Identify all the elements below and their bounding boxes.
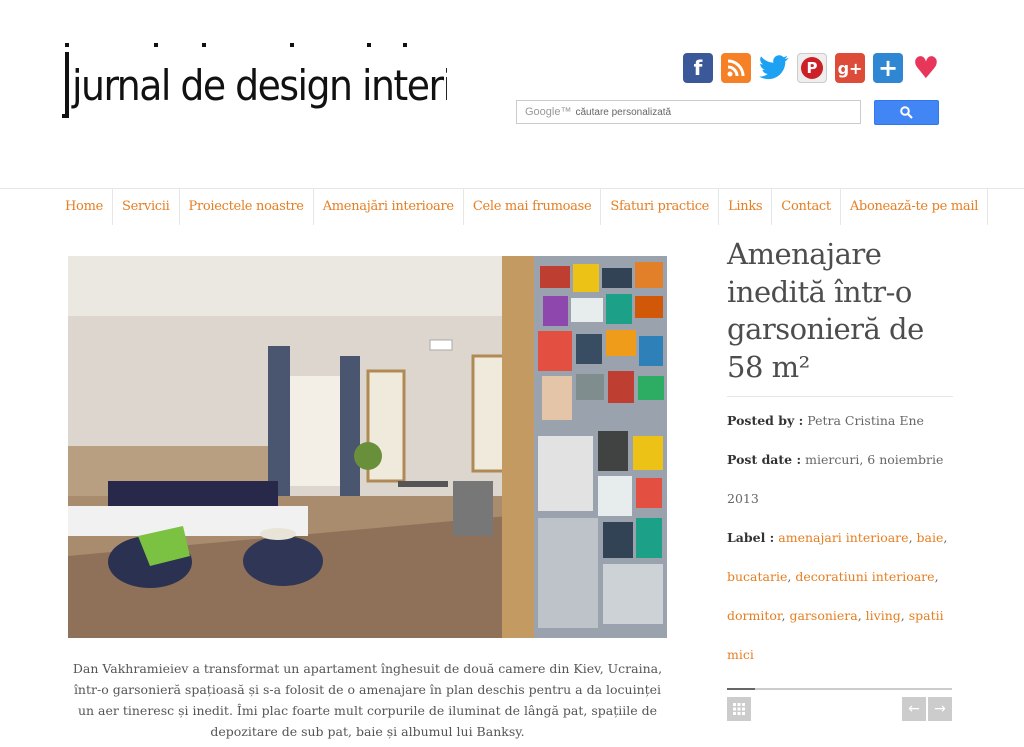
label-link[interactable]: amenajari interioare bbox=[778, 530, 908, 545]
facebook-icon[interactable]: f bbox=[683, 53, 713, 83]
nav-item-links[interactable]: Links bbox=[719, 189, 773, 225]
next-post-button[interactable]: → bbox=[928, 697, 952, 721]
grid-icon bbox=[733, 703, 745, 715]
nav-item-cele-mai-frumoase[interactable]: Cele mai frumoase bbox=[464, 189, 602, 225]
post-featured-image[interactable] bbox=[68, 256, 667, 638]
posted-by-row: Posted by : Petra Cristina Ene bbox=[727, 401, 953, 440]
label-link[interactable]: baie bbox=[917, 530, 944, 545]
nav-item-sfaturi-practice[interactable]: Sfaturi practice bbox=[601, 189, 720, 225]
post-sidebar: Amenajare inedită într-o garsonieră de 5… bbox=[727, 236, 953, 674]
label-link[interactable]: decoratiuni interioare bbox=[795, 569, 934, 584]
main-navigation: Home Servicii Proiectele noastre Amenajă… bbox=[0, 188, 1024, 225]
nav-item-proiectele-noastre[interactable]: Proiectele noastre bbox=[180, 189, 314, 225]
posted-by-label: Posted by : bbox=[727, 413, 804, 428]
nav-item-servicii[interactable]: Servicii bbox=[113, 189, 180, 225]
twitter-icon[interactable] bbox=[759, 53, 789, 83]
nav-item-aboneaza-te[interactable]: Abonează-te pe mail bbox=[841, 189, 989, 225]
search-icon bbox=[900, 106, 913, 119]
apartment-photo bbox=[68, 256, 667, 638]
post-date-row: Post date : miercuri, 6 noiembrie 2013 bbox=[727, 440, 953, 518]
social-links: f P g+ + ♥ bbox=[683, 51, 941, 86]
logo-wordmark: jurnal de design interior bbox=[62, 43, 447, 118]
slider-progress-bar bbox=[727, 688, 952, 690]
label-link[interactable]: bucatarie bbox=[727, 569, 787, 584]
google-brand-label: Google™ bbox=[525, 106, 572, 118]
site-header: jurnal de design interior f P g+ + ♥ Goo… bbox=[0, 0, 1024, 188]
heart-icon[interactable]: ♥ bbox=[911, 51, 941, 86]
post-title[interactable]: Amenajare inedită într-o garsonieră de 5… bbox=[727, 236, 953, 386]
logo-text: jurnal de design interior bbox=[71, 61, 447, 110]
grid-view-button[interactable] bbox=[727, 697, 751, 721]
prev-post-button[interactable]: ← bbox=[902, 697, 926, 721]
post-labels-label: Label : bbox=[727, 530, 775, 545]
label-link[interactable]: dormitor bbox=[727, 608, 782, 623]
post-excerpt: Dan Vakhramieiev a transformat un aparta… bbox=[72, 661, 663, 739]
nav-item-home[interactable]: Home bbox=[56, 189, 113, 225]
label-link[interactable]: garsoniera bbox=[789, 608, 857, 623]
pinterest-icon[interactable]: P bbox=[797, 53, 827, 83]
nav-item-contact[interactable]: Contact bbox=[772, 189, 841, 225]
search-input[interactable]: căutare personalizată bbox=[575, 107, 671, 118]
add-plus-icon[interactable]: + bbox=[873, 53, 903, 83]
google-plus-icon[interactable]: g+ bbox=[835, 53, 865, 83]
post-labels-row: Label : amenajari interioare, baie, buca… bbox=[727, 530, 948, 662]
post-date-label: Post date : bbox=[727, 452, 802, 467]
site-logo[interactable]: jurnal de design interior bbox=[62, 40, 447, 124]
search-box[interactable]: Google™ căutare personalizată bbox=[516, 100, 861, 124]
title-divider bbox=[727, 396, 953, 397]
nav-item-amenajari-interioare[interactable]: Amenajări interioare bbox=[314, 189, 464, 225]
search-button[interactable] bbox=[874, 100, 939, 125]
post-author: Petra Cristina Ene bbox=[807, 413, 924, 428]
rss-icon[interactable] bbox=[721, 53, 751, 83]
label-link[interactable]: living bbox=[866, 608, 901, 623]
